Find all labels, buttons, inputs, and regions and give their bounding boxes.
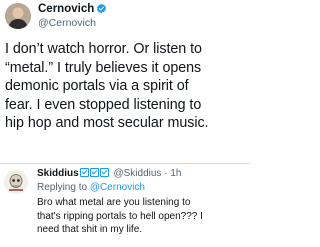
- reply-text-line: need that shit in my life.: [37, 224, 143, 235]
- tweet-text-line: hip hop and most secular music.: [5, 115, 209, 131]
- replying-mention[interactable]: @Cernovich: [90, 182, 145, 193]
- author-display-name[interactable]: Cernovich: [38, 3, 94, 15]
- replying-to: Replying to @Cernovich: [37, 182, 145, 194]
- check-box-icon: [89, 168, 99, 177]
- tweet-text-line: I don’t watch horror. Or listen to: [5, 41, 202, 57]
- reply-display-name[interactable]: Skiddius: [37, 168, 79, 179]
- author-handle[interactable]: @Cernovich: [38, 17, 96, 29]
- reply-time[interactable]: 1h: [170, 168, 181, 179]
- verified-badge-icon: [96, 3, 107, 18]
- tweet-text: I don’t watch horror. Or listen to “meta…: [5, 40, 250, 133]
- check-box-icon: [99, 168, 109, 177]
- tweet-text-line: demonic portals via a spirit of: [5, 78, 189, 94]
- reply-tweet: Skiddius @Skiddius · 1h Replying to @Cer…: [0, 165, 250, 247]
- tweet: Cernovich @Cernovich I don’t watch horro…: [0, 0, 250, 162]
- tweet-text-line: “metal.” I truly believes it opens: [5, 59, 202, 76]
- replying-label: Replying to: [37, 182, 88, 193]
- reply-header: Skiddius @Skiddius · 1h: [37, 168, 181, 181]
- reply-avatar[interactable]: [4, 170, 28, 194]
- reply-handle[interactable]: @Skiddius: [113, 168, 161, 179]
- tweet-text-line: fear. I even stopped listening to: [5, 96, 202, 113]
- author-avatar[interactable]: [5, 3, 31, 29]
- divider: [0, 163, 250, 164]
- reply-text-line: Bro what metal are you listening to: [37, 197, 191, 208]
- badges: [79, 168, 110, 181]
- separator-dot: ·: [164, 168, 168, 179]
- reply-text: Bro what metal are you listening to that…: [37, 196, 249, 237]
- check-box-icon: [79, 168, 89, 177]
- reply-text-line: that's ripping portals to hell open??? I: [37, 210, 203, 222]
- author-name[interactable]: Cernovich: [38, 3, 107, 18]
